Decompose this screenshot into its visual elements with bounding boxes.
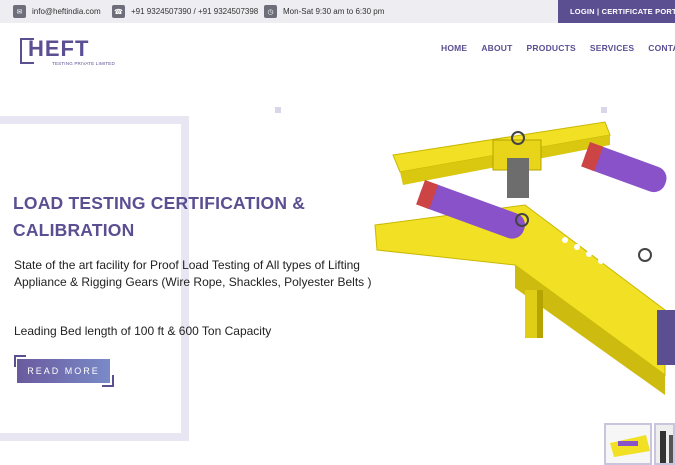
- nav-item-services[interactable]: SERVICES: [590, 43, 634, 53]
- thumbnail-image: [606, 425, 650, 463]
- decor-square: [275, 107, 281, 113]
- phone-contact[interactable]: ☎ +91 9324507390 / +91 9324507398: [112, 0, 258, 23]
- logo-subtitle: TESTING PRIVATE LIMITED: [52, 61, 115, 66]
- load-testing-bed-image: [374, 121, 675, 395]
- login-certificate-portal-button[interactable]: LOGIN | CERTIFICATE PORTAL: [558, 0, 675, 23]
- thumbnail-2[interactable]: [654, 423, 675, 465]
- hours-text: Mon-Sat 9:30 am to 6:30 pm: [283, 7, 385, 16]
- logo[interactable]: HEFT TESTING PRIVATE LIMITED: [20, 36, 115, 68]
- center-piston: [507, 158, 529, 198]
- lifting-eye-right: [638, 248, 652, 262]
- leg: [525, 290, 539, 338]
- read-more-wrapper: READ MORE: [14, 355, 114, 387]
- logo-text: HEFT: [28, 36, 90, 61]
- clock-icon: ◷: [264, 5, 277, 18]
- thumbnail-1[interactable]: [604, 423, 652, 465]
- read-more-button[interactable]: READ MORE: [17, 359, 110, 383]
- nav-item-home[interactable]: HOME: [441, 43, 467, 53]
- hero-description: State of the art facility for Proof Load…: [14, 258, 372, 289]
- envelope-icon: ✉: [13, 5, 26, 18]
- leg-shadow: [537, 290, 543, 338]
- hero-capacity: Leading Bed length of 100 ft & 600 Ton C…: [14, 324, 272, 338]
- main-nav: HOME ABOUT PRODUCTS SERVICES CONTACT: [441, 43, 675, 53]
- top-bar: ✉ info@heftindia.com ☎ +91 9324507390 / …: [0, 0, 675, 23]
- logo-plate: [657, 310, 675, 365]
- email-contact[interactable]: ✉ info@heftindia.com: [13, 0, 101, 23]
- phone-icon: ☎: [112, 5, 125, 18]
- phone-text[interactable]: +91 9324507390 / +91 9324507398: [131, 7, 258, 16]
- hours-info: ◷ Mon-Sat 9:30 am to 6:30 pm: [264, 0, 384, 23]
- hero-title: LOAD TESTING CERTIFICATION & CALIBRATION: [13, 193, 306, 240]
- email-text[interactable]: info@heftindia.com: [32, 7, 101, 16]
- nav-item-contact[interactable]: CONTACT: [648, 43, 675, 53]
- nav-item-about[interactable]: ABOUT: [481, 43, 512, 53]
- right-cylinder: [581, 142, 667, 193]
- nav-item-products[interactable]: PRODUCTS: [527, 43, 576, 53]
- thumbnail-image: [656, 425, 673, 463]
